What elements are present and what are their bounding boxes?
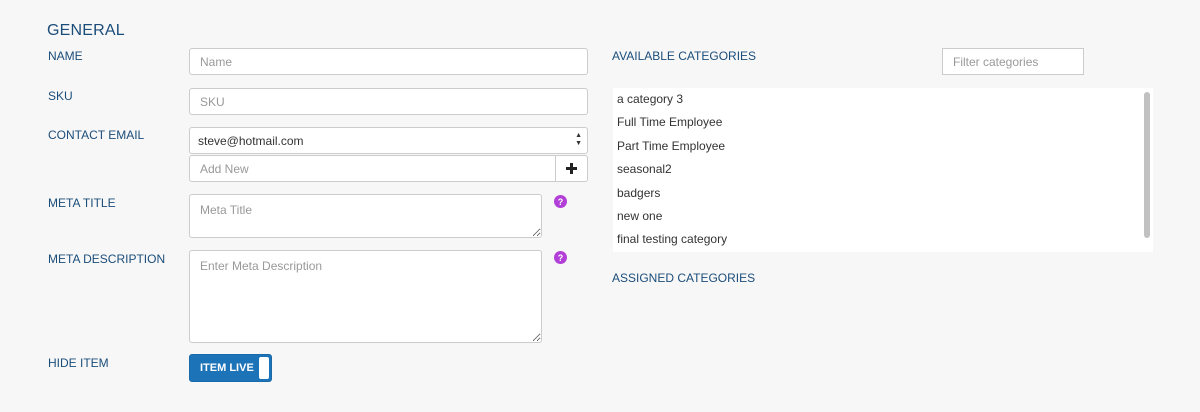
sku-input[interactable]: [189, 88, 588, 115]
filter-categories-input[interactable]: [942, 48, 1084, 75]
meta-description-textarea[interactable]: [189, 250, 542, 343]
question-mark-icon[interactable]: ?: [554, 195, 567, 208]
name-input[interactable]: [189, 48, 588, 75]
list-item[interactable]: Part Time Employee: [613, 135, 1153, 158]
list-scrollbar[interactable]: [1144, 92, 1150, 238]
list-item[interactable]: Full Time Employee: [613, 111, 1153, 134]
list-item[interactable]: a category 3: [613, 88, 1153, 111]
question-mark-icon[interactable]: ?: [554, 251, 567, 264]
sku-label: SKU: [48, 89, 73, 103]
add-email-button[interactable]: [555, 155, 588, 182]
meta-title-textarea[interactable]: [189, 194, 542, 238]
hide-item-label: HIDE ITEM: [48, 356, 109, 370]
contact-email-selected-value: steve@hotmail.com: [198, 134, 304, 148]
assigned-categories-title: ASSIGNED CATEGORIES: [612, 271, 756, 285]
toggle-knob: [259, 357, 269, 379]
list-item[interactable]: seasonal2: [613, 158, 1153, 181]
available-categories-list: a category 3 Full Time Employee Part Tim…: [613, 88, 1153, 252]
add-new-email-input[interactable]: [189, 155, 556, 182]
item-live-toggle[interactable]: ITEM LIVE: [189, 354, 272, 382]
list-item[interactable]: new one: [613, 205, 1153, 228]
name-label: NAME: [48, 49, 83, 63]
contact-email-label: CONTACT EMAIL: [48, 128, 145, 142]
list-item[interactable]: badgers: [613, 182, 1153, 205]
toggle-label: ITEM LIVE: [200, 362, 254, 374]
available-categories-title: AVAILABLE CATEGORIES: [612, 49, 757, 63]
meta-description-label: META DESCRIPTION: [48, 252, 166, 266]
contact-email-select[interactable]: steve@hotmail.com ▲ ▼: [189, 127, 588, 154]
list-item[interactable]: final testing category: [613, 228, 1153, 251]
plus-icon: [566, 163, 577, 174]
product-general-form: GENERAL NAME SKU CONTACT EMAIL steve@hot…: [0, 0, 1200, 412]
meta-title-label: META TITLE: [48, 196, 116, 210]
select-arrows-icon: ▲ ▼: [575, 132, 582, 147]
section-title: GENERAL: [47, 22, 125, 39]
